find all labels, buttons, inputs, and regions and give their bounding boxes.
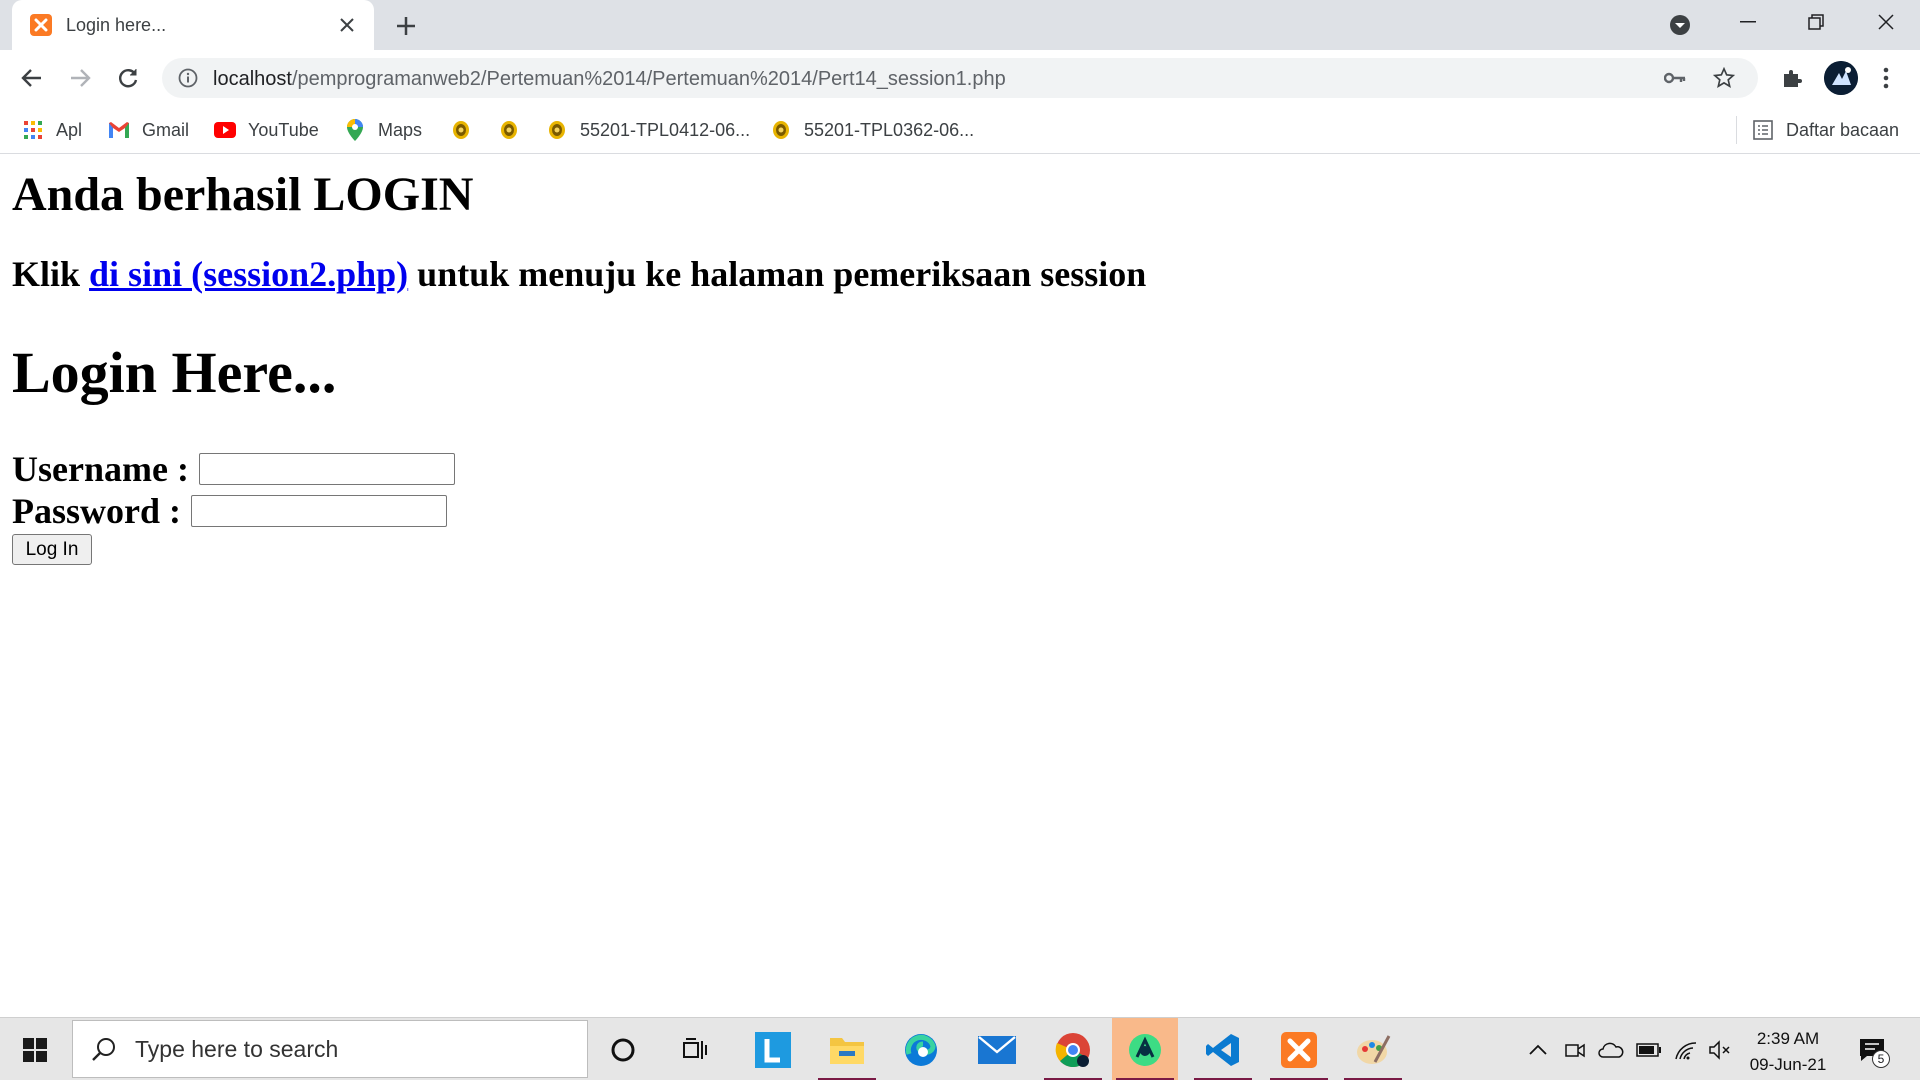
page-content: Anda berhasil LOGIN Klik di sini (sessio… xyxy=(0,155,1920,1017)
maps-pin-icon xyxy=(344,119,366,141)
password-label: Password : xyxy=(12,491,181,531)
tab-strip: Login here... xyxy=(0,0,1920,50)
url-host: localhost xyxy=(213,68,292,90)
reading-list-icon xyxy=(1752,119,1774,141)
xampp-icon xyxy=(30,14,52,36)
onedrive-cloud-icon[interactable] xyxy=(1594,1018,1628,1080)
window-close-icon[interactable] xyxy=(1852,0,1920,44)
bookmark-label: 55201-TPL0362-06... xyxy=(804,119,975,140)
new-tab-icon[interactable] xyxy=(390,10,422,42)
xampp-taskbar-icon[interactable] xyxy=(1266,1018,1332,1080)
bookmark-tpl0362[interactable]: 55201-TPL0362-06... xyxy=(770,114,974,146)
bookmark-maps[interactable]: Maps xyxy=(344,114,422,146)
url-text[interactable]: localhost/pemprogramanweb2/Pertemuan%201… xyxy=(213,68,1006,91)
reload-icon[interactable] xyxy=(110,60,146,96)
site-emblem-icon xyxy=(498,119,520,141)
browser-toolbar: localhost/pemprogramanweb2/Pertemuan%201… xyxy=(0,50,1920,106)
username-row: Username : xyxy=(12,448,455,490)
bookmarks-divider xyxy=(1736,116,1737,144)
session-link-line: Klik di sini (session2.php) untuk menuju… xyxy=(12,253,1146,295)
taskbar-search-box[interactable]: Type here to search xyxy=(72,1020,588,1078)
cortana-icon[interactable] xyxy=(590,1018,656,1080)
bookmark-label: YouTube xyxy=(248,119,319,140)
youtube-icon xyxy=(214,119,236,141)
minimize-icon[interactable] xyxy=(1714,0,1782,44)
site-emblem-icon xyxy=(450,119,472,141)
success-heading: Anda berhasil LOGIN xyxy=(12,168,474,221)
star-icon[interactable] xyxy=(1710,64,1738,92)
password-input[interactable] xyxy=(191,495,447,527)
android-studio-icon[interactable] xyxy=(1112,1018,1178,1080)
bookmark-tpl0412[interactable]: 55201-TPL0412-06... xyxy=(546,114,750,146)
session2-link[interactable]: di sini (session2.php) xyxy=(89,254,408,294)
url-path: /pemprogramanweb2/Pertemuan%2014/Pertemu… xyxy=(291,68,1006,90)
paint-icon[interactable] xyxy=(1340,1018,1406,1080)
bookmark-label: 55201-TPL0412-06... xyxy=(580,119,751,140)
meet-now-icon[interactable] xyxy=(1560,1018,1590,1080)
tab-search-icon[interactable] xyxy=(1664,11,1696,39)
bookmark-label: Apl xyxy=(56,119,83,140)
site-emblem-icon xyxy=(770,119,792,141)
volume-muted-icon[interactable] xyxy=(1704,1018,1736,1080)
bookmarks-bar: Apl Gmail YouTube Maps 55201-TPL0412-06.… xyxy=(0,106,1920,154)
apps-grid-icon xyxy=(22,119,44,141)
search-icon xyxy=(89,1034,119,1064)
kebab-menu-icon[interactable] xyxy=(1872,64,1900,92)
bookmark-label: Gmail xyxy=(142,119,190,140)
extensions-puzzle-icon[interactable] xyxy=(1778,64,1806,92)
gmail-icon xyxy=(108,119,130,141)
clock-date: 09-Jun-21 xyxy=(1749,1055,1827,1074)
reading-list-label: Daftar bacaan xyxy=(1786,119,1900,140)
key-icon[interactable] xyxy=(1662,66,1688,90)
windows-taskbar: Type here to search 2:39 AM 09-Jun-21 5 xyxy=(0,1017,1920,1080)
site-emblem-icon xyxy=(546,119,568,141)
reading-list-button[interactable]: Daftar bacaan xyxy=(1752,114,1899,146)
login-heading: Login Here... xyxy=(12,340,337,405)
forward-arrow-icon[interactable] xyxy=(62,60,98,96)
clock-time: 2:39 AM xyxy=(1756,1029,1820,1048)
password-row: Password : xyxy=(12,490,447,532)
wifi-icon[interactable] xyxy=(1670,1018,1702,1080)
address-bar[interactable]: localhost/pemprogramanweb2/Pertemuan%201… xyxy=(162,58,1758,98)
klik-suffix: untuk menuju ke halaman pemeriksaan sess… xyxy=(408,254,1147,294)
username-input[interactable] xyxy=(198,453,455,485)
info-icon[interactable] xyxy=(176,66,200,90)
task-view-icon[interactable] xyxy=(662,1018,728,1080)
windows-start-icon[interactable] xyxy=(0,1018,70,1080)
back-arrow-icon[interactable] xyxy=(14,60,50,96)
chevron-up-icon[interactable] xyxy=(1522,1018,1554,1080)
close-icon[interactable] xyxy=(332,10,362,40)
system-clock[interactable]: 2:39 AM 09-Jun-21 xyxy=(1738,1026,1838,1078)
bookmark-site-1[interactable] xyxy=(450,114,484,146)
restore-icon[interactable] xyxy=(1782,0,1850,44)
chrome-icon[interactable] xyxy=(1040,1018,1106,1080)
l-app-icon[interactable] xyxy=(740,1018,806,1080)
username-label: Username : xyxy=(12,449,189,489)
notification-center-icon[interactable]: 5 xyxy=(1852,1030,1892,1070)
profile-avatar[interactable] xyxy=(1824,61,1858,95)
tab-title: Login here... xyxy=(66,14,167,35)
notification-count: 5 xyxy=(1872,1050,1890,1068)
tab-active[interactable]: Login here... xyxy=(12,0,374,50)
mail-icon[interactable] xyxy=(964,1018,1030,1080)
vscode-icon[interactable] xyxy=(1190,1018,1256,1080)
battery-icon[interactable] xyxy=(1632,1018,1666,1080)
search-placeholder: Type here to search xyxy=(135,1035,339,1062)
bookmark-gmail[interactable]: Gmail xyxy=(108,114,189,146)
file-explorer-icon[interactable] xyxy=(814,1018,880,1080)
bookmark-label: Maps xyxy=(378,119,423,140)
klik-prefix: Klik xyxy=(12,254,90,294)
bookmark-youtube[interactable]: YouTube xyxy=(214,114,319,146)
bookmark-site-2[interactable] xyxy=(498,114,532,146)
edge-icon[interactable] xyxy=(888,1018,954,1080)
bookmark-apl[interactable]: Apl xyxy=(22,114,82,146)
login-button[interactable]: Log In xyxy=(12,534,92,565)
